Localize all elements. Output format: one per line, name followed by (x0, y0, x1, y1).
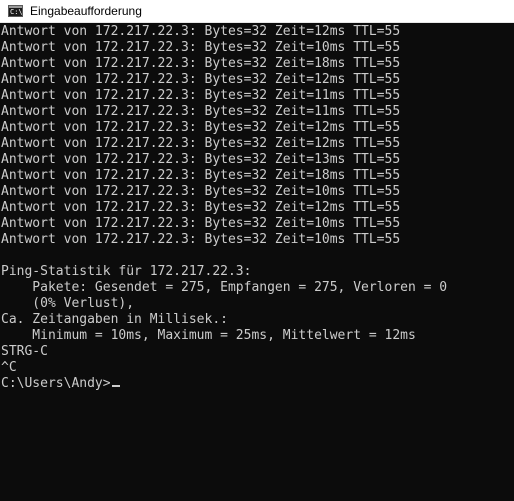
command-prompt-line[interactable]: C:\Users\Andy> (1, 376, 120, 392)
ping-reply-line: Antwort von 172.217.22.3: Bytes=32 Zeit=… (1, 200, 401, 215)
ping-reply-line: Antwort von 172.217.22.3: Bytes=32 Zeit=… (1, 88, 401, 103)
ping-reply-line: Antwort von 172.217.22.3: Bytes=32 Zeit=… (1, 184, 401, 199)
command-prompt-window: C:\ Eingabeaufforderung Antwort von 172.… (0, 0, 514, 501)
ping-reply-line: Antwort von 172.217.22.3: Bytes=32 Zeit=… (1, 232, 401, 247)
text-cursor (111, 385, 120, 387)
interrupt-line: STRG-C (1, 344, 48, 359)
console-output[interactable]: Antwort von 172.217.22.3: Bytes=32 Zeit=… (0, 24, 514, 501)
caret-c-line: ^C (1, 360, 17, 375)
ping-reply-line: Antwort von 172.217.22.3: Bytes=32 Zeit=… (1, 104, 401, 119)
command-prompt-icon[interactable]: C:\ (8, 5, 23, 17)
window-title: Eingabeaufforderung (30, 4, 142, 18)
ping-reply-line: Antwort von 172.217.22.3: Bytes=32 Zeit=… (1, 216, 401, 231)
ping-reply-line: Antwort von 172.217.22.3: Bytes=32 Zeit=… (1, 120, 401, 135)
ping-reply-line: Antwort von 172.217.22.3: Bytes=32 Zeit=… (1, 40, 401, 55)
prompt-path: C:\Users\Andy> (1, 376, 111, 391)
ping-reply-line: Antwort von 172.217.22.3: Bytes=32 Zeit=… (1, 152, 401, 167)
ping-reply-line: Antwort von 172.217.22.3: Bytes=32 Zeit=… (1, 136, 401, 151)
ping-reply-line: Antwort von 172.217.22.3: Bytes=32 Zeit=… (1, 56, 401, 71)
packet-loss: (0% Verlust), (1, 296, 135, 311)
packet-statistics: Pakete: Gesendet = 275, Empfangen = 275,… (1, 280, 448, 295)
round-trip-times-header: Ca. Zeitangaben in Millisek.: (1, 312, 228, 327)
ping-reply-line: Antwort von 172.217.22.3: Bytes=32 Zeit=… (1, 168, 401, 183)
ping-reply-line: Antwort von 172.217.22.3: Bytes=32 Zeit=… (1, 72, 401, 87)
ping-reply-line: Antwort von 172.217.22.3: Bytes=32 Zeit=… (1, 24, 401, 39)
round-trip-times: Minimum = 10ms, Maximum = 25ms, Mittelwe… (1, 328, 416, 343)
title-bar[interactable]: C:\ Eingabeaufforderung (0, 0, 514, 23)
ping-statistics-header: Ping-Statistik für 172.217.22.3: (1, 264, 252, 279)
